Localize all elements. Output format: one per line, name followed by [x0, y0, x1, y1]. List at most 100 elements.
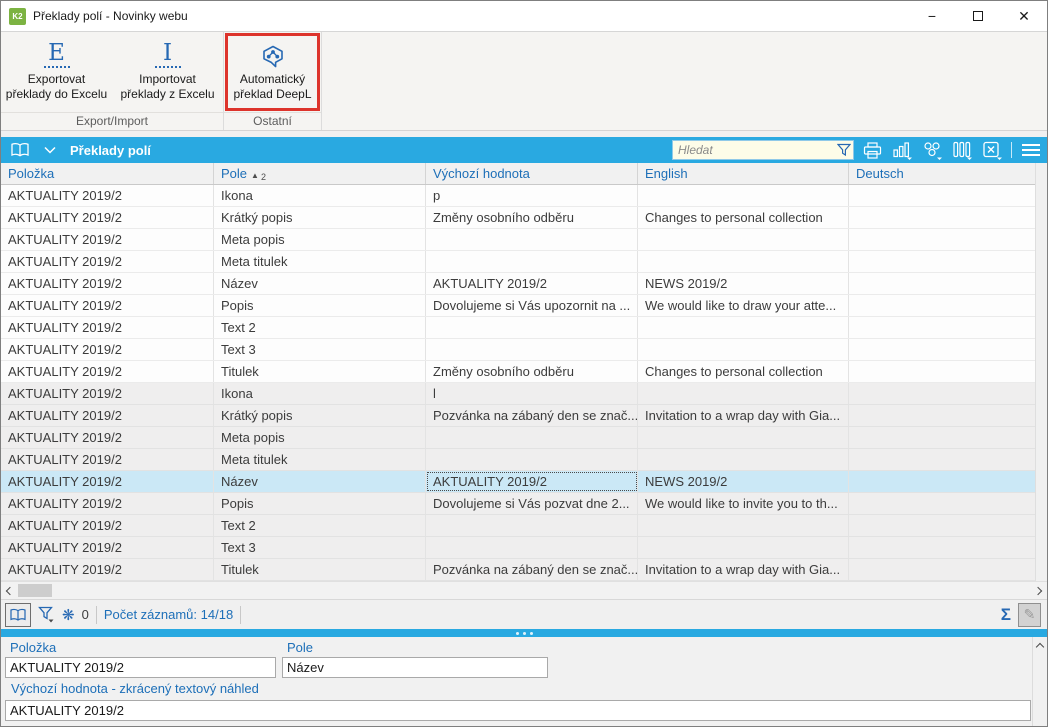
table-cell[interactable] — [426, 427, 638, 448]
table-row[interactable]: AKTUALITY 2019/2 Krátký popis Změny osobní… — [1, 207, 1037, 229]
table-cell[interactable] — [638, 383, 849, 404]
print-icon[interactable] — [860, 139, 884, 161]
table-cell[interactable]: Text 3 — [214, 537, 426, 558]
sigma-icon[interactable]: Σ — [1001, 605, 1011, 625]
table-cell[interactable] — [849, 339, 1037, 360]
table-cell[interactable]: Changes to personal collection — [638, 361, 849, 382]
table-cell[interactable] — [849, 361, 1037, 382]
table-cell[interactable]: Text 2 — [214, 515, 426, 536]
table-cell[interactable]: AKTUALITY 2019/2 — [1, 537, 214, 558]
table-row[interactable]: AKTUALITY 2019/2 Meta popis — [1, 229, 1037, 251]
table-cell[interactable] — [426, 229, 638, 250]
table-row[interactable]: AKTUALITY 2019/2 Meta popis — [1, 427, 1037, 449]
table-cell[interactable] — [426, 537, 638, 558]
table-cell[interactable]: NEWS 2019/2 — [638, 471, 849, 492]
table-cell[interactable] — [638, 229, 849, 250]
table-row[interactable]: AKTUALITY 2019/2 Název AKTUALITY 2019/2 NEW… — [1, 471, 1037, 493]
table-row[interactable]: AKTUALITY 2019/2 Popis Dovolujeme si Vás p… — [1, 493, 1037, 515]
table-cell[interactable]: Invitation to a wrap day with Gia... — [638, 405, 849, 426]
column-header-pole[interactable]: Pole ▲ 2 — [214, 163, 426, 184]
table-cell[interactable] — [638, 427, 849, 448]
edit-button[interactable]: ✎ — [1018, 602, 1041, 627]
table-cell[interactable] — [849, 273, 1037, 294]
scrollbar-thumb[interactable] — [18, 584, 52, 597]
column-header-polozka[interactable]: Položka — [1, 163, 214, 184]
table-cell[interactable] — [638, 515, 849, 536]
table-row[interactable]: AKTUALITY 2019/2 Text 2 — [1, 515, 1037, 537]
field-input-vychozi-nahled[interactable] — [5, 700, 1031, 721]
table-cell[interactable] — [638, 251, 849, 272]
table-cell[interactable]: AKTUALITY 2019/2 — [1, 515, 214, 536]
table-cell[interactable]: l — [426, 383, 638, 404]
table-cell[interactable] — [849, 471, 1037, 492]
table-cell[interactable] — [849, 405, 1037, 426]
table-cell[interactable]: Popis — [214, 493, 426, 514]
minimize-button[interactable]: − — [909, 1, 955, 31]
table-row[interactable]: AKTUALITY 2019/2 Ikona p — [1, 185, 1037, 207]
column-header-deutsch[interactable]: Deutsch — [849, 163, 1037, 184]
table-cell[interactable] — [849, 207, 1037, 228]
table-cell[interactable]: Titulek — [214, 361, 426, 382]
table-cell[interactable] — [849, 317, 1037, 338]
table-cell[interactable]: AKTUALITY 2019/2 — [1, 559, 214, 580]
table-cell[interactable]: AKTUALITY 2019/2 — [1, 273, 214, 294]
horizontal-scrollbar[interactable] — [1, 581, 1047, 599]
table-cell[interactable]: Titulek — [214, 559, 426, 580]
table-cell[interactable]: Changes to personal collection — [638, 207, 849, 228]
table-cell[interactable]: Změny osobního odběru — [426, 361, 638, 382]
table-row[interactable]: AKTUALITY 2019/2 Název AKTUALITY 2019/2 NEW… — [1, 273, 1037, 295]
table-cell[interactable] — [638, 317, 849, 338]
table-cell[interactable] — [849, 383, 1037, 404]
table-cell[interactable] — [638, 449, 849, 470]
table-cell[interactable]: Dovolujeme si Vás pozvat dne 2... — [426, 493, 638, 514]
maximize-button[interactable] — [955, 1, 1001, 31]
table-cell[interactable]: AKTUALITY 2019/2 — [1, 405, 214, 426]
field-input-polozka[interactable] — [5, 657, 276, 678]
table-cell[interactable]: AKTUALITY 2019/2 — [1, 493, 214, 514]
table-cell[interactable]: NEWS 2019/2 — [638, 273, 849, 294]
table-cell[interactable] — [426, 251, 638, 272]
table-cell[interactable]: Meta titulek — [214, 449, 426, 470]
chart-icon[interactable] — [890, 139, 914, 161]
table-cell[interactable] — [426, 449, 638, 470]
freeze-icon[interactable]: ❋ — [62, 606, 75, 624]
table-cell[interactable] — [426, 515, 638, 536]
table-cell[interactable]: p — [426, 185, 638, 206]
table-cell[interactable]: We would like to invite you to th... — [638, 493, 849, 514]
table-cell[interactable] — [638, 537, 849, 558]
table-cell[interactable] — [849, 229, 1037, 250]
table-cell[interactable] — [849, 295, 1037, 316]
table-cell[interactable]: AKTUALITY 2019/2 — [1, 295, 214, 316]
table-cell[interactable] — [849, 427, 1037, 448]
book-view-button[interactable] — [5, 602, 31, 627]
chevron-down-icon[interactable] — [38, 139, 62, 161]
table-cell[interactable]: Meta titulek — [214, 251, 426, 272]
vertical-scrollbar-track[interactable] — [1035, 163, 1047, 581]
table-cell[interactable]: AKTUALITY 2019/2 — [426, 273, 638, 294]
table-cell[interactable]: Název — [214, 273, 426, 294]
table-cell[interactable]: AKTUALITY 2019/2 — [1, 449, 214, 470]
table-cell[interactable]: Meta popis — [214, 427, 426, 448]
table-cell[interactable]: AKTUALITY 2019/2 — [1, 317, 214, 338]
deepl-translate-button[interactable]: Automatický překlad DeepL — [224, 32, 321, 112]
table-row[interactable]: AKTUALITY 2019/2 Ikona l — [1, 383, 1037, 405]
table-cell[interactable] — [849, 537, 1037, 558]
table-cell[interactable]: AKTUALITY 2019/2 — [1, 207, 214, 228]
filter-menu-button[interactable] — [38, 606, 55, 623]
table-cell[interactable]: We would like to draw your atte... — [638, 295, 849, 316]
filter-icon[interactable] — [837, 143, 851, 157]
table-cell[interactable]: AKTUALITY 2019/2 — [1, 339, 214, 360]
scroll-left-icon[interactable] — [5, 586, 15, 596]
table-cell[interactable] — [849, 251, 1037, 272]
scroll-right-icon[interactable] — [1033, 586, 1043, 596]
table-row[interactable]: AKTUALITY 2019/2 Titulek Změny osobního od… — [1, 361, 1037, 383]
table-cell[interactable]: AKTUALITY 2019/2 — [426, 471, 638, 492]
table-cell[interactable]: AKTUALITY 2019/2 — [1, 251, 214, 272]
table-cell[interactable] — [638, 185, 849, 206]
table-row[interactable]: AKTUALITY 2019/2 Meta titulek — [1, 449, 1037, 471]
table-cell[interactable]: Ikona — [214, 383, 426, 404]
scroll-up-icon[interactable] — [1035, 642, 1045, 652]
table-cell[interactable]: AKTUALITY 2019/2 — [1, 471, 214, 492]
table-cell[interactable]: AKTUALITY 2019/2 — [1, 383, 214, 404]
table-cell[interactable]: Dovolujeme si Vás upozornit na ... — [426, 295, 638, 316]
